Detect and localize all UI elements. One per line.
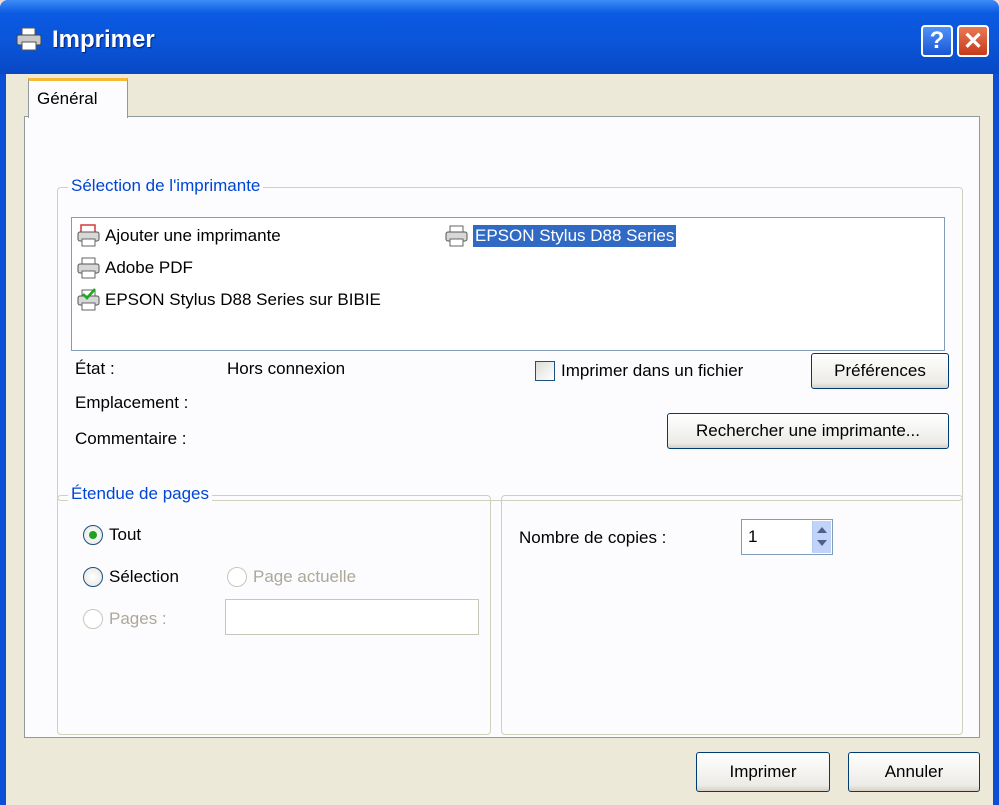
printer-item-label: Adobe PDF xyxy=(105,258,193,277)
radio-all-label[interactable]: Tout xyxy=(109,525,141,545)
preferences-button-label: Préférences xyxy=(834,361,926,380)
printer-icon xyxy=(444,224,470,248)
page-range-legend: Étendue de pages xyxy=(68,484,213,504)
pages-input[interactable] xyxy=(225,599,479,635)
print-button[interactable]: Imprimer xyxy=(696,752,830,792)
radio-all-dot xyxy=(89,531,97,539)
printer-icon xyxy=(14,26,44,52)
radio-all[interactable] xyxy=(83,525,103,545)
preferences-button[interactable]: Préférences xyxy=(811,353,949,389)
comment-label: Commentaire : xyxy=(75,429,187,448)
print-button-label: Imprimer xyxy=(729,762,797,781)
network-printer-icon xyxy=(76,288,102,312)
print-to-file-label[interactable]: Imprimer dans un fichier xyxy=(561,361,743,381)
printer-list[interactable]: Ajouter une imprimante Adobe PDF EPSON S… xyxy=(71,217,945,351)
printer-item-epson-selected[interactable]: EPSON Stylus D88 Series xyxy=(444,222,677,250)
tab-panel-general: Sélection de l'imprimante Ajouter une im… xyxy=(24,116,980,738)
print-to-file-checkbox[interactable] xyxy=(535,361,555,381)
printer-selection-legend: Sélection de l'imprimante xyxy=(68,176,264,196)
status-value: Hors connexion xyxy=(227,359,346,378)
printer-item-add[interactable]: Ajouter une imprimante xyxy=(76,222,281,250)
close-button[interactable]: ✕ xyxy=(957,25,989,57)
radio-pages-label[interactable]: Pages : xyxy=(109,609,167,629)
printer-item-adobe-pdf[interactable]: Adobe PDF xyxy=(76,254,193,282)
location-label: Emplacement : xyxy=(75,393,189,412)
radio-current-page-label[interactable]: Page actuelle xyxy=(253,567,356,587)
help-button[interactable]: ? xyxy=(921,25,953,57)
help-icon: ? xyxy=(929,27,945,54)
printer-icon xyxy=(76,256,102,280)
cancel-button-label: Annuler xyxy=(884,762,944,781)
close-icon: ✕ xyxy=(962,27,984,55)
spin-down-icon[interactable] xyxy=(817,540,827,546)
add-printer-icon xyxy=(76,224,102,248)
copies-label: Nombre de copies : xyxy=(519,528,667,547)
find-printer-button[interactable]: Rechercher une imprimante... xyxy=(667,413,949,449)
copies-stepper[interactable]: 1 xyxy=(741,519,833,555)
dialog-client-area: Général Sélection de l'imprimante Ajoute… xyxy=(6,74,993,805)
title-bar[interactable]: Imprimer ? ✕ xyxy=(0,0,999,74)
printer-item-label-selected: EPSON Stylus D88 Series xyxy=(473,225,677,247)
radio-selection[interactable] xyxy=(83,567,103,587)
status-label: État : xyxy=(75,359,115,378)
printer-item-label: Ajouter une imprimante xyxy=(105,226,281,245)
printer-item-epson-network[interactable]: EPSON Stylus D88 Series sur BIBIE xyxy=(76,286,381,314)
printer-item-label: EPSON Stylus D88 Series sur BIBIE xyxy=(105,290,381,309)
radio-current-page[interactable] xyxy=(227,567,247,587)
copies-value: 1 xyxy=(748,527,758,546)
spin-up-icon[interactable] xyxy=(817,527,827,533)
copies-spin-buttons[interactable] xyxy=(812,521,831,553)
radio-selection-label[interactable]: Sélection xyxy=(109,567,179,587)
window-title: Imprimer xyxy=(52,26,155,53)
radio-pages[interactable] xyxy=(83,609,103,629)
find-printer-button-label: Rechercher une imprimante... xyxy=(696,421,920,440)
print-dialog: Imprimer ? ✕ Général Sélection de l'impr… xyxy=(0,0,999,805)
tab-general[interactable]: Général xyxy=(28,78,128,118)
tab-general-label: Général xyxy=(37,89,98,108)
cancel-button[interactable]: Annuler xyxy=(848,752,980,792)
